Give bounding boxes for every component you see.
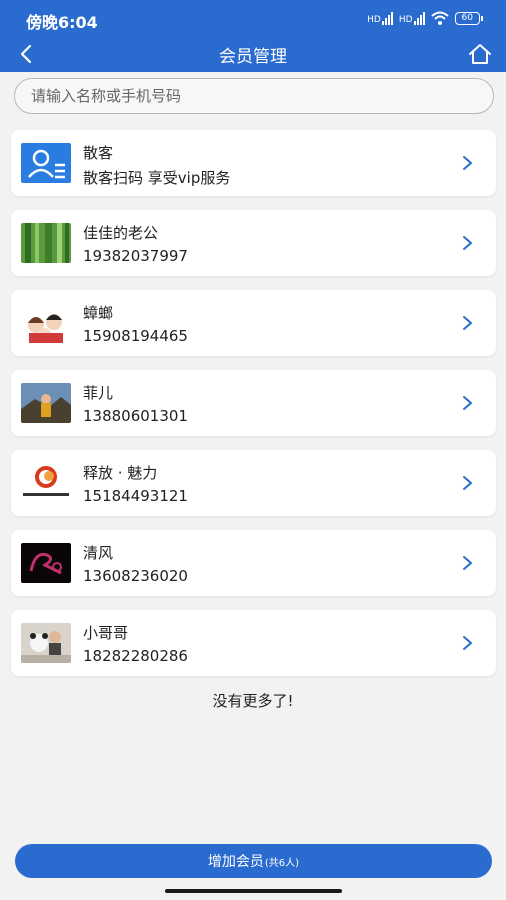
member-avatar bbox=[21, 623, 71, 663]
battery-icon: 60 bbox=[454, 11, 484, 25]
member-card[interactable]: 清风 13608236020 bbox=[11, 530, 496, 596]
status-icons: HD HD 60 bbox=[367, 10, 484, 26]
member-name: 蟑螂 bbox=[83, 304, 114, 322]
chevron-right-icon bbox=[463, 396, 472, 410]
member-phone: 13880601301 bbox=[83, 407, 188, 425]
add-member-label: 增加会员 bbox=[207, 854, 264, 870]
member-avatar bbox=[21, 463, 71, 503]
no-more-label: 没有更多了! bbox=[212, 692, 294, 710]
add-member-button[interactable]: 增加会员 (共6人) bbox=[15, 844, 492, 878]
nav-bar: 会员管理 bbox=[0, 36, 506, 72]
member-avatar bbox=[21, 383, 71, 423]
app-header: 傍晚6:04 HD HD 60 会员管理 bbox=[0, 0, 506, 72]
network-type-label: HD bbox=[398, 14, 413, 25]
member-phone: 19382037997 bbox=[83, 247, 188, 265]
member-card[interactable]: 小哥哥 18282280286 bbox=[11, 610, 496, 676]
chevron-right-icon bbox=[463, 556, 472, 570]
status-bar: 傍晚6:04 HD HD 60 bbox=[0, 0, 506, 36]
member-avatar bbox=[21, 223, 71, 263]
chevron-right-icon bbox=[463, 236, 472, 250]
member-list: 散客 散客扫码 享受vip服务 佳佳的老公 19382037997 蟑螂 159… bbox=[11, 130, 496, 690]
member-avatar bbox=[21, 543, 71, 583]
member-count: (共6人) bbox=[264, 857, 300, 869]
network-type-label: HD bbox=[367, 14, 381, 25]
member-phone: 18282280286 bbox=[83, 647, 188, 665]
member-phone: 13608236020 bbox=[83, 567, 188, 585]
member-name: 释放 · 魅力 bbox=[83, 464, 158, 482]
signal-icon: HD bbox=[398, 11, 425, 25]
member-avatar bbox=[21, 303, 71, 343]
member-card[interactable]: 菲儿 13880601301 bbox=[11, 370, 496, 436]
member-name: 小哥哥 bbox=[83, 624, 129, 642]
home-icon bbox=[469, 44, 491, 64]
member-phone: 15908194465 bbox=[83, 327, 188, 345]
wifi-icon bbox=[430, 11, 449, 25]
member-name: 清风 bbox=[83, 544, 114, 562]
member-card[interactable]: 释放 · 魅力 15184493121 bbox=[11, 450, 496, 516]
home-indicator[interactable] bbox=[165, 889, 342, 893]
member-phone: 15184493121 bbox=[83, 487, 188, 505]
chevron-right-icon bbox=[463, 156, 472, 170]
guest-card-icon bbox=[21, 143, 71, 183]
home-button[interactable] bbox=[464, 38, 496, 70]
member-card[interactable]: 蟑螂 15908194465 bbox=[11, 290, 496, 356]
chevron-right-icon bbox=[463, 636, 472, 650]
member-card[interactable]: 佳佳的老公 19382037997 bbox=[11, 210, 496, 276]
status-time: 傍晚6:04 bbox=[26, 13, 98, 32]
member-subtitle: 散客扫码 享受vip服务 bbox=[83, 169, 231, 187]
search-input[interactable] bbox=[14, 78, 494, 114]
signal-icon: HD bbox=[367, 11, 393, 25]
member-card-guest[interactable]: 散客 散客扫码 享受vip服务 bbox=[11, 130, 496, 196]
page-title: 会员管理 bbox=[219, 47, 287, 67]
chevron-right-icon bbox=[463, 476, 472, 490]
chevron-right-icon bbox=[463, 316, 472, 330]
member-name: 佳佳的老公 bbox=[83, 224, 159, 242]
member-name: 散客 bbox=[83, 144, 114, 162]
member-name: 菲儿 bbox=[83, 384, 114, 402]
